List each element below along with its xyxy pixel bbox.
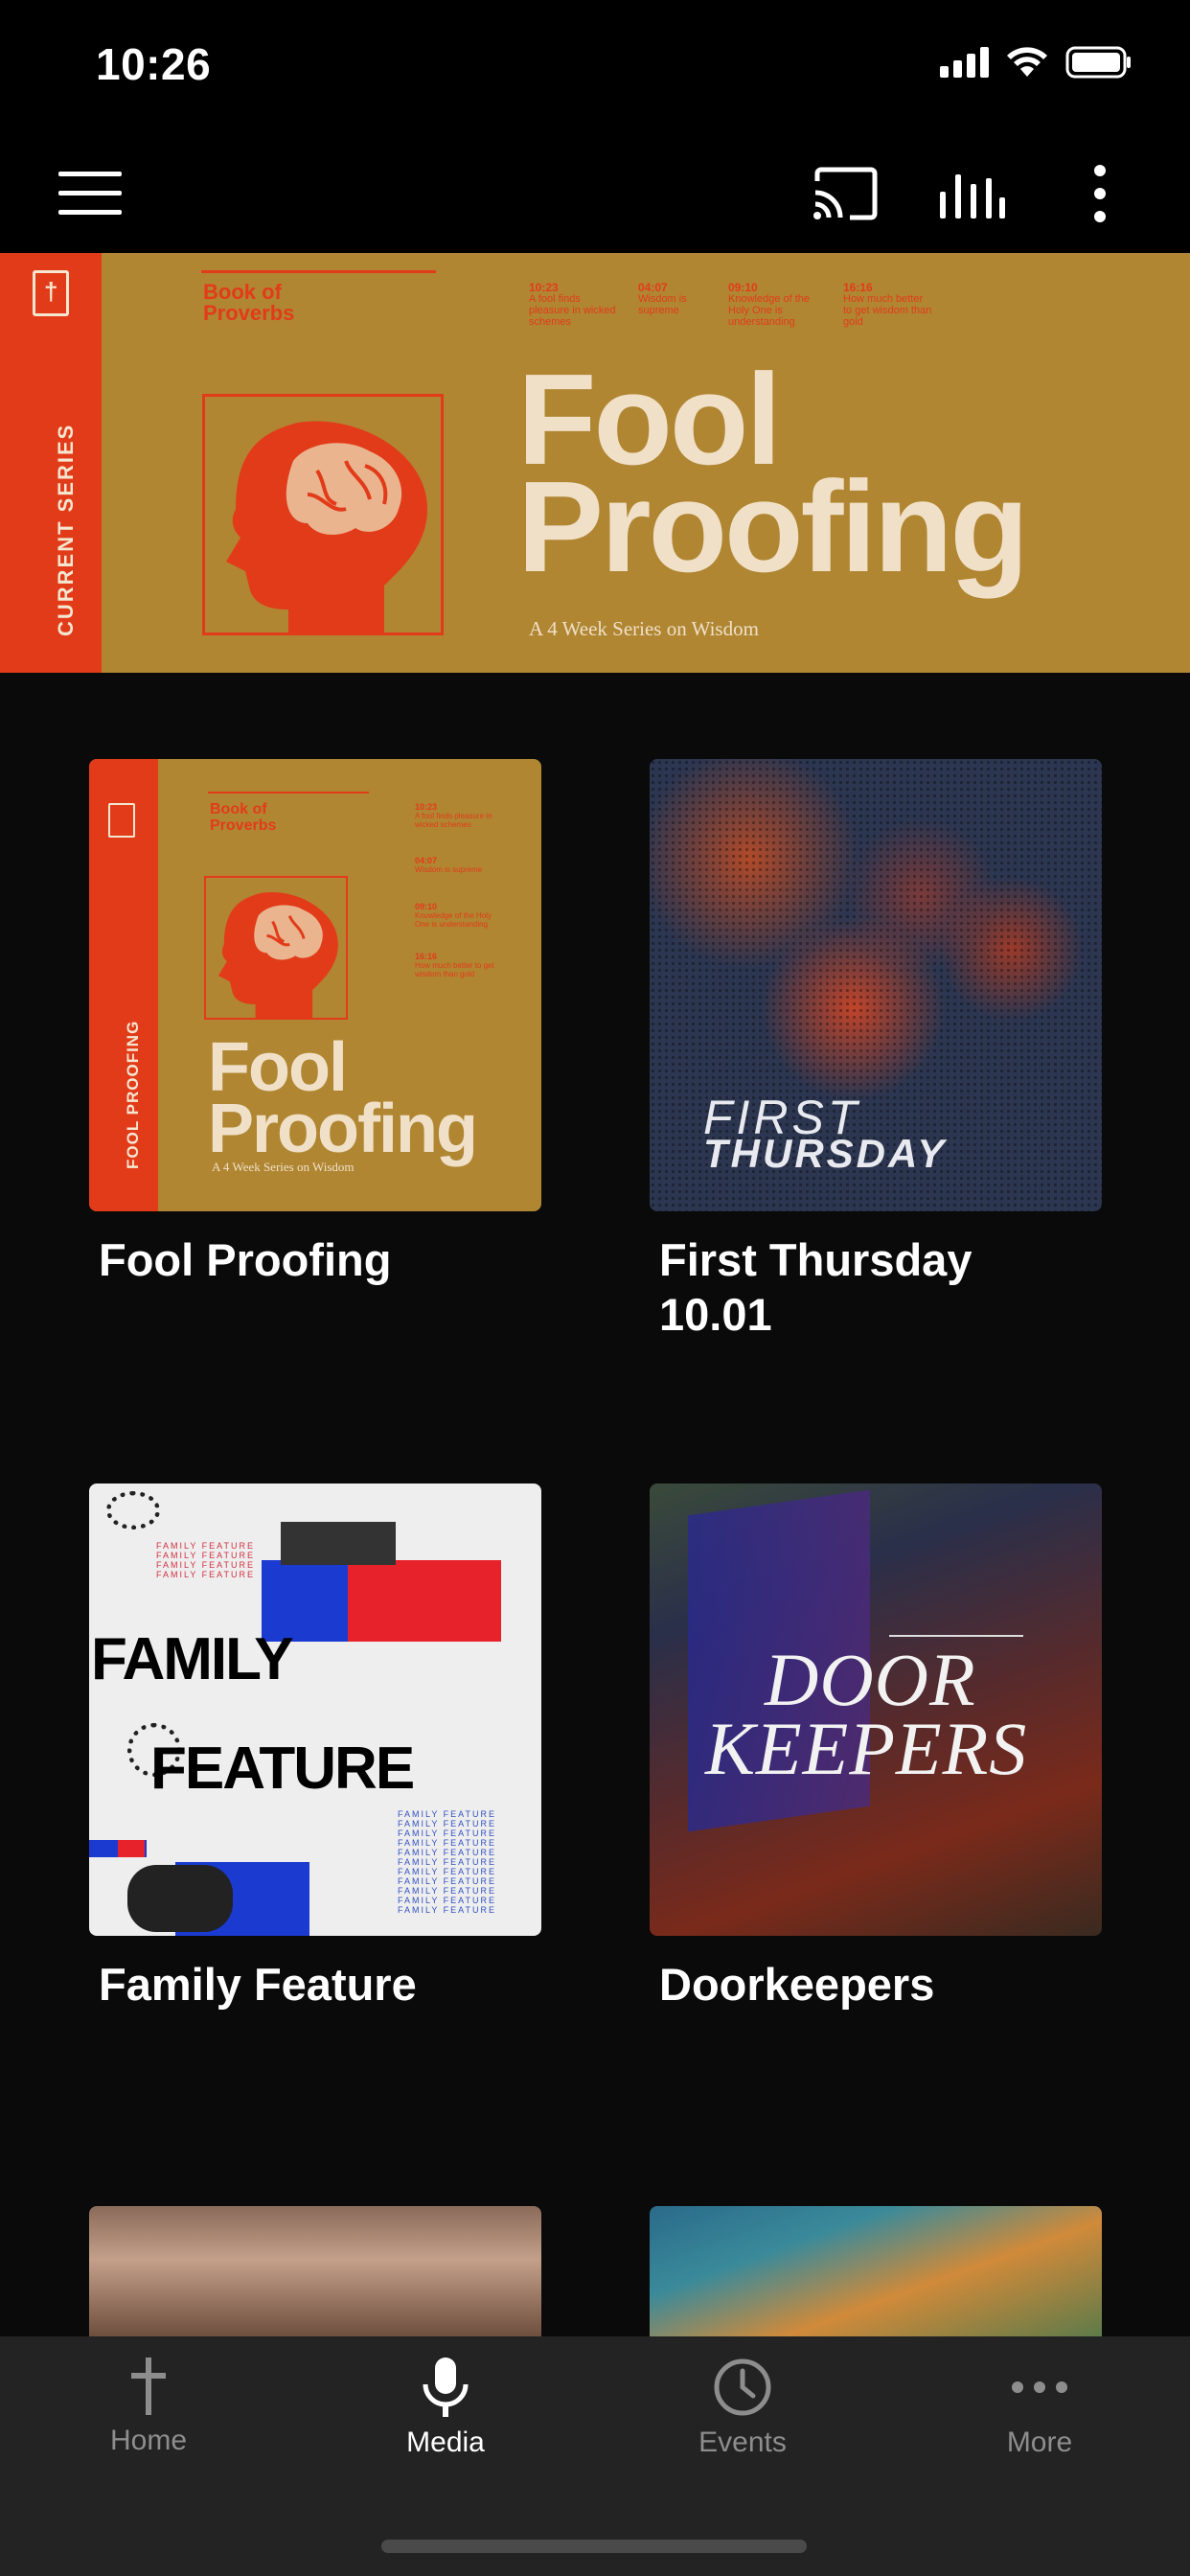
artwork-repeat-text: FAMILY FEATURE FAMILY FEATURE FAMILY FEATU… xyxy=(398,1809,497,1915)
current-series-banner[interactable]: CURRENT SERIES Book of Proverbs 10:23A f… xyxy=(0,253,1190,673)
audio-button[interactable] xyxy=(931,153,1012,234)
audio-bars-icon xyxy=(940,174,1005,218)
hero-verse: 10:23 A fool finds pleasure in wicked sch… xyxy=(529,281,616,328)
hero-subtitle: A 4 Week Series on Wisdom xyxy=(529,617,759,640)
artwork-verse: 10:23 A fool finds pleasure in wicked sch… xyxy=(415,802,492,830)
media-card-partial[interactable] xyxy=(89,2206,541,2340)
artwork-rule xyxy=(208,792,369,794)
card-artwork: FAMILY FEATURE FAMILY FEATURE FAMILY FEATU… xyxy=(89,1484,541,1936)
card-title: Doorkeepers xyxy=(659,1959,935,2010)
artwork-image-frame xyxy=(204,876,348,1020)
card-artwork: DOOR KEEPERS xyxy=(650,1484,1102,1936)
tab-label: More xyxy=(1006,2426,1073,2458)
status-icons xyxy=(940,46,1133,79)
status-bar: 10:26 xyxy=(0,0,1190,134)
card-title: Family Feature xyxy=(99,1959,417,2010)
artwork-verse: 04:07 Wisdom is supreme xyxy=(415,856,483,875)
top-nav-bar xyxy=(0,134,1190,253)
card-title: First Thursday 10.01 xyxy=(659,1234,973,1340)
artwork-book-label: Book of Proverbs xyxy=(210,801,277,834)
vertical-dots-icon xyxy=(1094,165,1106,222)
battery-icon xyxy=(1065,46,1131,79)
wifi-icon xyxy=(1007,47,1047,77)
menu-button[interactable] xyxy=(50,153,130,234)
hero-verse: 04:07 Wisdom is supreme xyxy=(638,281,687,316)
tab-media[interactable]: Media xyxy=(350,2358,541,2492)
media-card-first-thursday[interactable]: FIRST THURSDAY First Thursday 10.01 xyxy=(650,759,1102,1342)
cross-icon xyxy=(131,2358,166,2415)
artwork-word-family: FAMILY xyxy=(91,1626,294,1692)
bible-icon xyxy=(108,803,135,838)
artwork-verse: 16:16 How much better to get wisdom than … xyxy=(415,952,494,979)
brain-head-icon xyxy=(226,421,427,633)
overflow-menu-button[interactable] xyxy=(1060,153,1140,234)
hero-verse: 16:16 How much better to get wisdom than … xyxy=(843,281,932,328)
horizontal-dots-icon xyxy=(1012,2381,1067,2393)
hero-image-frame xyxy=(202,394,444,635)
artwork-title: Fool Proofing xyxy=(208,1029,478,1167)
media-card-fool-proofing[interactable]: FOOL PROOFING Book of Proverbs 10:23 A fo… xyxy=(89,759,541,1287)
hero-rule xyxy=(201,270,436,273)
hero-verse: 09:10 Knowledge of the Holy One is unders… xyxy=(728,281,811,328)
artwork-shape xyxy=(118,1840,145,1857)
clock-icon xyxy=(714,2358,771,2416)
artwork-text-line2: THURSDAY xyxy=(703,1131,948,1176)
artwork-ring xyxy=(106,1491,160,1530)
tab-more[interactable]: More xyxy=(944,2358,1135,2492)
cast-button[interactable] xyxy=(805,153,885,234)
hamburger-icon xyxy=(58,172,122,215)
home-indicator[interactable] xyxy=(381,2540,807,2553)
cellular-signal-icon xyxy=(940,47,989,78)
tab-label: Media xyxy=(406,2426,485,2458)
tab-events[interactable]: Events xyxy=(647,2358,838,2492)
card-artwork: FOOL PROOFING Book of Proverbs 10:23 A fo… xyxy=(89,759,541,1211)
artwork-repeat-text: FAMILY FEATURE FAMILY FEATURE FAMILY FEATU… xyxy=(156,1541,256,1579)
clapperboard xyxy=(281,1522,396,1565)
artwork-verse: 09:10 Knowledge of the Holy One is unders… xyxy=(415,902,492,930)
status-time: 10:26 xyxy=(96,39,212,89)
card-title: Fool Proofing xyxy=(99,1234,392,1285)
tab-label: Events xyxy=(698,2426,787,2458)
artwork-subtitle: A 4 Week Series on Wisdom xyxy=(212,1160,355,1174)
brain-head-icon xyxy=(217,891,338,1019)
tab-label: Home xyxy=(109,2425,188,2456)
camera-shape xyxy=(127,1865,233,1932)
artwork-word-keepers: KEEPERS xyxy=(705,1707,1028,1790)
cast-icon xyxy=(813,167,878,220)
bible-icon xyxy=(33,270,69,316)
media-card-doorkeepers[interactable]: DOOR KEEPERS Doorkeepers xyxy=(650,1484,1102,2012)
microphone-icon xyxy=(423,2358,469,2417)
artwork-side-strip: FOOL PROOFING xyxy=(89,759,158,1211)
artwork-word-feature: FEATURE xyxy=(150,1736,415,1802)
hero-book-label: Book of Proverbs xyxy=(203,280,295,325)
hero-side-strip: CURRENT SERIES xyxy=(0,253,102,673)
artwork-side-label: FOOL PROOFING xyxy=(124,1020,142,1169)
media-card-family-feature[interactable]: FAMILY FEATURE FAMILY FEATURE FAMILY FEATU… xyxy=(89,1484,541,2012)
tab-home[interactable]: Home xyxy=(53,2358,244,2492)
card-artwork: FIRST THURSDAY xyxy=(650,759,1102,1211)
hero-title: Fool Proofing xyxy=(517,347,1029,599)
current-series-label: CURRENT SERIES xyxy=(54,423,78,636)
media-card-partial[interactable] xyxy=(650,2206,1102,2340)
